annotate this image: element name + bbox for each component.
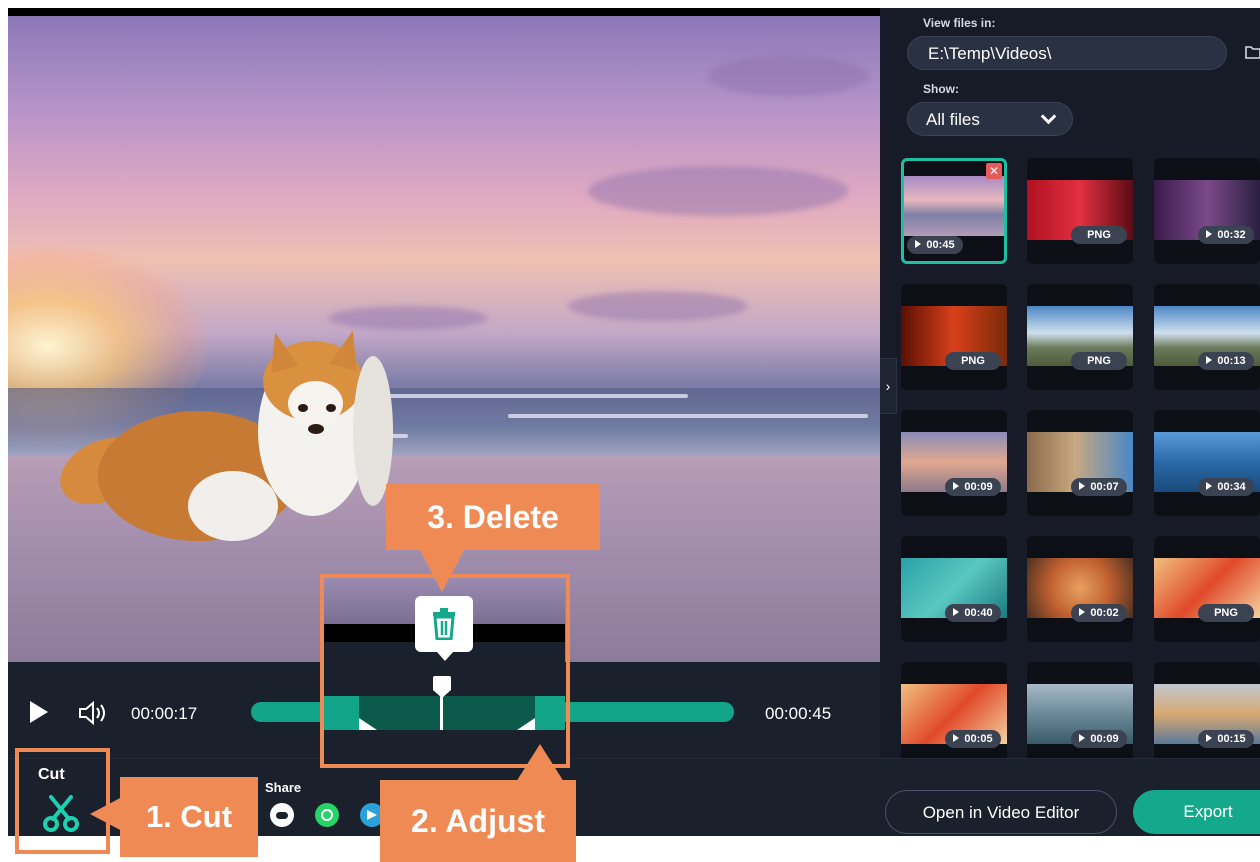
window-top-edge [8,8,880,16]
cut-callout: 1. Cut [120,777,258,857]
thumbnail-type: PNG [945,352,1001,370]
thumbnail-type: PNG [1198,604,1254,622]
volume-icon[interactable] [78,701,108,725]
show-label: Show: [923,82,959,96]
adjust-callout: 2. Adjust [380,780,576,862]
thumbnail-duration: 00:15 [1198,730,1254,748]
export-button[interactable]: Export [1133,790,1260,834]
media-thumbnail[interactable]: PNG [901,284,1007,390]
total-time: 00:00:45 [765,704,832,723]
chevron-down-icon [1040,108,1057,125]
folder-path-field[interactable]: E:\Temp\Videos\ [907,36,1227,70]
media-thumbnail[interactable]: 00:07 [1027,410,1133,516]
thumbnail-image [904,176,1004,236]
wave-foam [388,394,688,398]
media-thumbnail[interactable]: PNG [1027,284,1133,390]
whatsapp-icon[interactable] [315,803,339,827]
thumbnail-duration: 00:40 [945,604,1001,622]
media-thumbnail[interactable]: 00:40 [901,536,1007,642]
file-filter-select[interactable]: All files [907,102,1073,136]
play-icon[interactable] [30,701,48,723]
cloud-icon[interactable] [270,803,294,827]
thumbnail-duration: 00:05 [945,730,1001,748]
thumbnail-duration: 00:09 [1071,730,1127,748]
open-video-editor-button[interactable]: Open in Video Editor [885,790,1117,834]
delete-callout: 3. Delete [386,484,600,550]
cloud-shape [708,56,868,96]
chevron-right-icon[interactable]: › [880,358,897,414]
thumbnail-duration: 00:07 [1071,478,1127,496]
view-files-label: View files in: [923,16,996,30]
close-icon[interactable]: ✕ [986,163,1002,179]
cut-callout-pointer [90,797,122,831]
media-thumbnail[interactable]: 00:09 [1027,662,1133,768]
media-thumbnail[interactable]: 00:05 [901,662,1007,768]
thumbnail-duration: 00:34 [1198,478,1254,496]
cloud-shape [588,166,848,216]
thumbnail-duration: 00:02 [1071,604,1127,622]
share-label: Share [265,780,302,795]
wave-foam [508,414,868,418]
media-thumbnail[interactable]: 00:32 [1154,158,1260,264]
folder-icon[interactable] [1245,44,1260,60]
app-window: 00:00:17 00:00:45 View files in: E:\Temp… [8,8,1260,836]
adjust-callout-pointer [516,744,564,782]
media-thumbnail[interactable]: 00:02 [1027,536,1133,642]
thumbnail-duration: 00:13 [1198,352,1254,370]
file-filter-value: All files [926,110,980,129]
media-thumbnail[interactable]: PNG [1154,536,1260,642]
media-thumbnail[interactable]: 00:34 [1154,410,1260,516]
media-thumbnail[interactable]: 00:13 [1154,284,1260,390]
media-thumbnail[interactable]: PNG [1027,158,1133,264]
cloud-shape [328,306,488,330]
thumbnail-duration: 00:09 [945,478,1001,496]
media-thumbnail[interactable]: 00:09 [901,410,1007,516]
thumbnail-type: PNG [1071,352,1127,370]
file-browser: View files in: E:\Temp\Videos\ Show: All… [880,8,1260,768]
adjust-highlight-frame [320,574,570,768]
thumbnail-type: PNG [1071,226,1127,244]
cloud-shape [568,291,748,321]
media-thumbnail[interactable]: ✕ 00:45 [901,158,1007,264]
thumbnail-duration: 00:32 [1198,226,1254,244]
delete-callout-pointer [420,550,464,592]
thumbnail-duration: 00:45 [907,236,963,254]
current-time: 00:00:17 [131,704,198,723]
media-thumbnail[interactable]: 00:15 [1154,662,1260,768]
